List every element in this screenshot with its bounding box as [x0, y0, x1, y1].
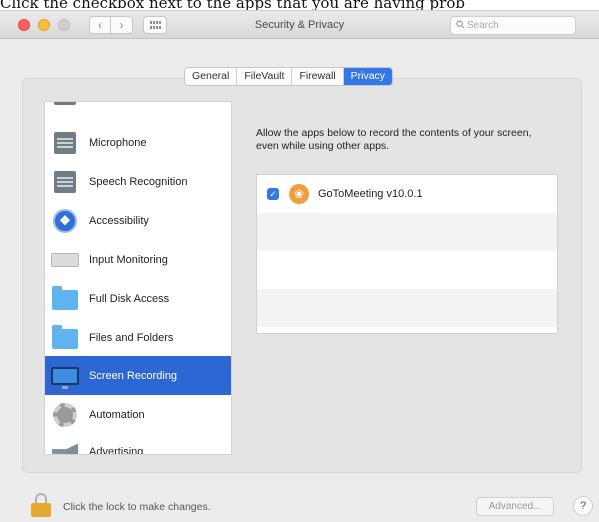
forward-button[interactable]: › [111, 16, 133, 34]
list-item [257, 289, 557, 327]
title-bar: ‹ › Security & Privacy [0, 11, 599, 39]
microphone-icon [51, 129, 79, 157]
tab-firewall[interactable]: Firewall [292, 68, 344, 85]
sidebar-item-speech-recognition[interactable]: Speech Recognition [45, 162, 231, 201]
sidebar-item-label: Input Monitoring [89, 253, 168, 266]
sidebar-item-label: Files and Folders [89, 331, 174, 344]
megaphone-icon [51, 438, 79, 454]
sidebar-item-label: Advertising [89, 445, 144, 455]
privacy-category-list[interactable]: Microphone Speech Recognition ❖ Accessib… [44, 101, 232, 455]
folder-icon [51, 285, 79, 313]
sidebar-item-label: Screen Recording [89, 369, 178, 382]
app-checkbox[interactable]: ✓ [267, 188, 279, 200]
gear-icon [51, 401, 79, 429]
sidebar-item-label: Microphone [89, 136, 147, 149]
sidebar-item-files-and-folders[interactable]: Files and Folders [45, 318, 231, 357]
help-button[interactable]: ? [573, 496, 593, 516]
tab-general[interactable]: General [185, 68, 238, 85]
instruction-caption: Click the checkbox next to the apps that… [0, 0, 465, 10]
sidebar-item-screen-recording[interactable]: Screen Recording [45, 356, 231, 395]
app-row-gotomeeting[interactable]: ✓ ❀ GoToMeeting v10.0.1 [257, 175, 557, 213]
sidebar-item-label: Accessibility [89, 214, 149, 227]
chevron-right-icon: › [119, 18, 124, 32]
gotomeeting-icon: ❀ [289, 184, 309, 204]
sidebar-item-label: Automation [89, 408, 145, 421]
list-item [257, 251, 557, 289]
sidebar-item-input-monitoring[interactable]: Input Monitoring [45, 240, 231, 279]
folder-icon [51, 324, 79, 352]
sidebar-item-label: Speech Recognition [89, 175, 188, 188]
monitor-icon [51, 362, 79, 390]
keyboard-icon [51, 246, 79, 274]
sidebar-item-automation[interactable]: Automation [45, 395, 231, 434]
screen-recording-description: Allow the apps below to record the conte… [256, 127, 532, 152]
lock-message: Click the lock to make changes. [63, 501, 211, 513]
advanced-button[interactable]: Advanced... [476, 497, 554, 516]
search-input[interactable] [467, 20, 575, 31]
tab-privacy[interactable]: Privacy [343, 68, 393, 85]
sidebar-item-advertising[interactable]: Advertising [45, 432, 231, 455]
speech-recognition-icon [51, 168, 79, 196]
app-name: GoToMeeting v10.0.1 [318, 188, 423, 200]
search-field[interactable] [450, 16, 576, 35]
back-button[interactable]: ‹ [89, 16, 111, 34]
sidebar-item-partial[interactable] [45, 102, 231, 113]
list-item [257, 213, 557, 251]
accessibility-icon: ❖ [51, 207, 79, 235]
sidebar-item-accessibility[interactable]: ❖ Accessibility [45, 201, 231, 240]
camera-icon [51, 102, 79, 108]
tab-bar: General FileVault Firewall Privacy [184, 67, 394, 86]
tab-filevault[interactable]: FileVault [237, 68, 293, 85]
sidebar-item-microphone[interactable]: Microphone [45, 123, 231, 162]
sidebar-item-label: Full Disk Access [89, 292, 170, 305]
zoom-window-button[interactable] [58, 19, 70, 31]
chevron-left-icon: ‹ [98, 18, 102, 32]
system-preferences-window: ‹ › Security & Privacy General FileVault… [0, 10, 599, 522]
show-all-button[interactable] [143, 16, 167, 34]
grid-icon [149, 21, 161, 29]
sidebar-item-full-disk-access[interactable]: Full Disk Access [45, 279, 231, 318]
app-list: ✓ ❀ GoToMeeting v10.0.1 [256, 174, 558, 334]
close-window-button[interactable] [18, 19, 30, 31]
lock-icon[interactable] [31, 493, 51, 517]
minimize-window-button[interactable] [38, 19, 50, 31]
search-icon [456, 20, 465, 29]
